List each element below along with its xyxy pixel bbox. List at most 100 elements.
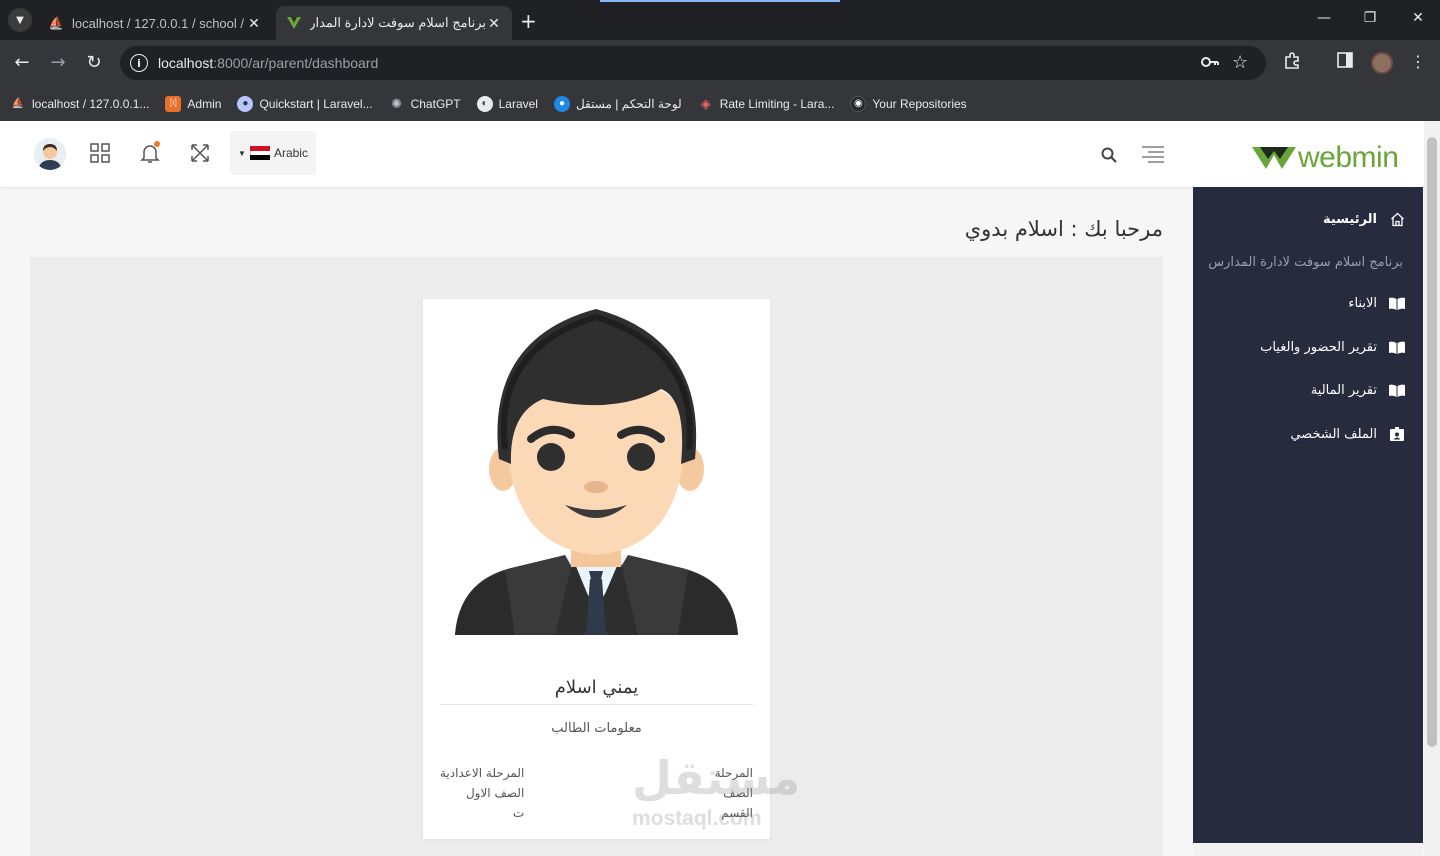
sidebar-item-financial-report[interactable]: تقرير المالية <box>1311 382 1405 398</box>
sidebar-item-label: الرئيسية <box>1322 211 1377 227</box>
webmin-logo-mark-icon <box>1252 147 1296 169</box>
browser-profile-avatar[interactable] <box>1371 52 1393 74</box>
tab-close-icon[interactable]: ✕ <box>486 15 502 32</box>
book-icon <box>1389 339 1405 355</box>
address-bar[interactable]: i localhost:8000/ar/parent/dashboard ☆ <box>120 46 1266 80</box>
url-text[interactable]: localhost:8000/ar/parent/dashboard <box>158 55 378 71</box>
bookmarks-bar: ⛵ localhost / 127.0.0.1... ᛞ Admin ● Quicks… <box>0 86 1440 121</box>
value-section: ت <box>512 806 525 820</box>
apps-grid-icon[interactable] <box>88 141 112 165</box>
url-host: localhost <box>158 55 214 71</box>
site-info-icon[interactable]: i <box>130 54 148 72</box>
bookmark-label: Laravel <box>498 96 538 111</box>
student-info-labels: المرحلة الصف القسم <box>715 763 753 823</box>
tab-title: برنامج اسلام سوفت لادارة المدارس <box>310 15 486 30</box>
phpmyadmin-favicon-icon: ⛵ <box>48 16 64 30</box>
forward-icon[interactable]: → <box>46 52 70 73</box>
reload-icon[interactable]: ↻ <box>82 52 106 73</box>
bookmark-mostaql-dashboard[interactable]: ● لوحة التحكم | مستقل <box>553 95 682 112</box>
scrollbar-thumb[interactable] <box>1427 137 1437 747</box>
webmin-logo[interactable]: webmin <box>1252 141 1399 175</box>
sidebar-item-attendance-report[interactable]: تقرير الحضور والغياب <box>1260 339 1405 355</box>
minimize-icon[interactable]: — <box>1314 10 1334 26</box>
fullscreen-icon[interactable] <box>188 141 212 165</box>
mostaql-icon: ● <box>553 95 570 112</box>
side-panel-icon[interactable] <box>1334 52 1356 72</box>
browser-menu-icon[interactable]: ⋮ <box>1407 52 1429 71</box>
bookmark-label: Admin <box>187 96 222 111</box>
phpmyadmin-icon: ⛵ <box>11 98 25 109</box>
tab-search-icon[interactable]: ▼ <box>8 8 32 32</box>
sidebar-item-label: تقرير الحضور والغياب <box>1260 339 1377 355</box>
tab-close-icon[interactable]: ✕ <box>246 15 262 32</box>
github-icon: ◉ <box>850 95 867 112</box>
egypt-flag-icon <box>249 146 270 161</box>
sidebar-item-profile[interactable]: الملف الشخصي <box>1290 426 1405 442</box>
student-info-values: المرحلة الاعدادية الصف الاول ت <box>440 763 524 823</box>
welcome-heading: مرحبا بك : اسلام بدوي <box>964 217 1163 241</box>
bookmark-chatgpt[interactable]: ✺ ChatGPT <box>389 95 461 112</box>
student-info-title: معلومات الطالب <box>551 721 642 736</box>
tab-title: localhost / 127.0.0.1 / school / s <box>72 15 246 31</box>
sidebar-horizontal-scrollbar[interactable] <box>1193 843 1423 856</box>
sidebar-section-title: برنامج اسلام سوفت لادارة المدارس <box>1208 255 1403 270</box>
restore-icon[interactable]: ❐ <box>1360 10 1380 26</box>
tab-phpmyadmin[interactable]: ⛵ localhost / 127.0.0.1 / school / s ✕ <box>38 6 272 40</box>
vertical-scrollbar[interactable] <box>1424 121 1440 856</box>
student-avatar-illustration <box>455 309 738 635</box>
app-top-navbar: ▼ Arabic webmin <box>0 121 1424 187</box>
bookmark-laravel[interactable]: ◐ Laravel <box>476 95 538 112</box>
new-tab-icon[interactable]: + <box>520 9 537 33</box>
bookmark-star-icon[interactable]: ☆ <box>1232 52 1248 73</box>
bookmark-label: لوحة التحكم | مستقل <box>575 96 682 111</box>
extensions-icon[interactable] <box>1281 52 1303 74</box>
user-avatar[interactable] <box>34 138 66 170</box>
label-stage: المرحلة <box>714 766 753 780</box>
hamburger-menu-icon[interactable] <box>1140 145 1166 165</box>
browser-toolbar: ← → ↻ i localhost:8000/ar/parent/dashboa… <box>0 40 1440 86</box>
value-stage: المرحلة الاعدادية <box>440 766 525 780</box>
globe-icon: ◐ <box>476 95 493 112</box>
password-key-icon[interactable] <box>1200 54 1220 74</box>
student-name: يمني اسلام <box>554 677 639 698</box>
bookmark-quickstart-laravel[interactable]: ● Quickstart | Laravel... <box>237 95 373 112</box>
sidebar-item-children[interactable]: الابناء <box>1348 295 1405 311</box>
bookmark-phpmyadmin[interactable]: ⛵ localhost / 127.0.0.1... <box>10 96 150 112</box>
close-window-icon[interactable]: ✕ <box>1408 10 1428 26</box>
url-path: :8000/ar/parent/dashboard <box>213 55 379 71</box>
notification-dot <box>154 141 160 147</box>
caret-down-icon: ▼ <box>238 148 246 158</box>
sidebar-item-label: الابناء <box>1348 295 1377 311</box>
card-divider <box>440 704 753 705</box>
bookmark-label: Quickstart | Laravel... <box>259 96 373 111</box>
search-icon[interactable] <box>1100 146 1118 164</box>
chatgpt-icon: ✺ <box>391 95 403 111</box>
livewire-icon: ● <box>237 95 254 112</box>
book-icon <box>1389 382 1405 398</box>
bookmark-label: Rate Limiting - Lara... <box>719 96 835 111</box>
bookmark-rate-limiting[interactable]: ◈ Rate Limiting - Lara... <box>698 96 835 112</box>
bookmark-admin[interactable]: ᛞ Admin <box>165 95 222 112</box>
label-section: القسم <box>721 806 753 820</box>
value-grade: الصف الاول <box>465 786 525 800</box>
laravel-icon: ◈ <box>700 95 711 111</box>
bookmark-label: Your Repositories <box>872 96 967 111</box>
logo-text: webmin <box>1298 141 1399 174</box>
language-selector[interactable]: ▼ Arabic <box>230 131 316 175</box>
bookmark-label: localhost / 127.0.0.1... <box>32 96 150 111</box>
bookmark-label: ChatGPT <box>410 96 461 111</box>
sidebar-item-label: الملف الشخصي <box>1290 426 1377 442</box>
tab-loading-indicator <box>600 0 840 2</box>
webmin-favicon-icon <box>286 15 302 31</box>
tab-school-app[interactable]: برنامج اسلام سوفت لادارة المدارس ✕ <box>276 6 512 40</box>
bookmark-github-repos[interactable]: ◉ Your Repositories <box>850 95 967 112</box>
label-grade: الصف <box>723 786 753 800</box>
sidebar-item-label: تقرير المالية <box>1310 382 1377 398</box>
book-icon <box>1389 295 1405 311</box>
sidebar-item-home[interactable]: الرئيسية <box>1323 211 1405 227</box>
xampp-icon: ᛞ <box>165 95 182 112</box>
language-label: Arabic <box>273 146 308 160</box>
id-badge-icon <box>1389 426 1405 442</box>
browser-tab-strip: ▼ ⛵ localhost / 127.0.0.1 / school / s ✕… <box>0 0 1440 40</box>
back-icon[interactable]: ← <box>10 52 34 73</box>
